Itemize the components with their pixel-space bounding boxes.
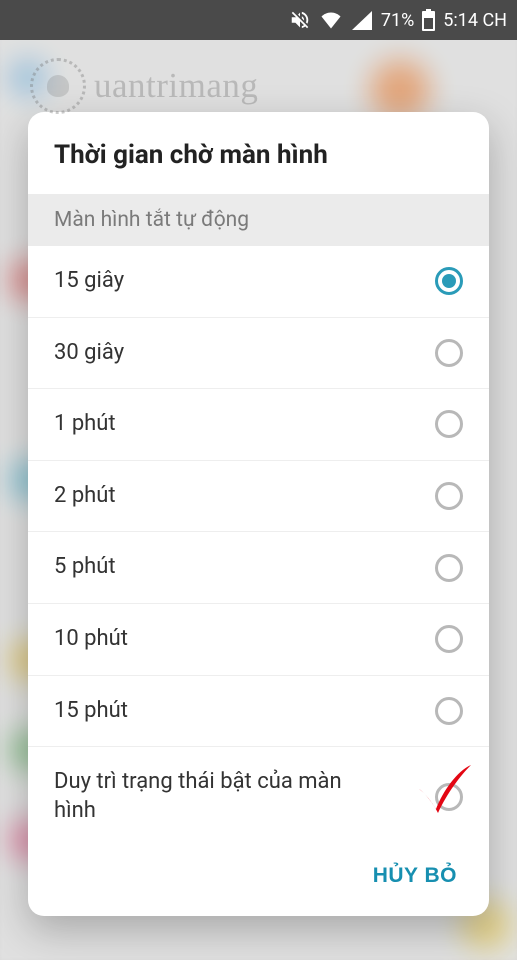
screen-timeout-dialog: Thời gian chờ màn hình Màn hình tắt tự đ…	[28, 112, 489, 916]
battery-percentage: 71%	[381, 10, 414, 31]
radio-icon	[435, 625, 463, 653]
radio-icon	[435, 482, 463, 510]
status-bar: 71% 5:14 CH	[0, 0, 517, 40]
option-label: 1 phút	[54, 410, 435, 439]
dialog-actions: HỦY BỎ	[28, 846, 489, 916]
clock-text: 5:14 CH	[443, 10, 507, 31]
option-keep-on[interactable]: Duy trì trạng thái bật của màn hình	[28, 747, 489, 846]
radio-icon	[435, 339, 463, 367]
section-header: Màn hình tắt tự động	[28, 194, 489, 246]
mute-icon	[289, 9, 311, 31]
radio-icon	[435, 410, 463, 438]
option-label: Duy trì trạng thái bật của màn hình	[54, 768, 364, 825]
option-2m[interactable]: 2 phút	[28, 461, 489, 533]
radio-icon	[435, 267, 463, 295]
option-1m[interactable]: 1 phút	[28, 389, 489, 461]
radio-icon	[435, 554, 463, 582]
wifi-icon	[319, 10, 343, 30]
option-label: 15 giây	[54, 267, 435, 296]
radio-icon	[435, 697, 463, 725]
options-list: 15 giây 30 giây 1 phút 2 phút 5 phút 10 …	[28, 246, 489, 846]
option-10m[interactable]: 10 phút	[28, 604, 489, 676]
option-15s[interactable]: 15 giây	[28, 246, 489, 318]
radio-icon	[435, 783, 463, 811]
option-15m[interactable]: 15 phút	[28, 676, 489, 748]
cancel-button[interactable]: HỦY BỎ	[367, 856, 463, 896]
option-30s[interactable]: 30 giây	[28, 318, 489, 390]
battery-icon	[422, 9, 435, 31]
option-label: 15 phút	[54, 697, 435, 726]
dialog-title: Thời gian chờ màn hình	[28, 112, 489, 194]
signal-icon	[351, 10, 373, 30]
option-label: 10 phút	[54, 625, 435, 654]
option-label: 30 giây	[54, 339, 435, 368]
option-label: 5 phút	[54, 553, 435, 582]
option-5m[interactable]: 5 phút	[28, 532, 489, 604]
option-label: 2 phút	[54, 482, 435, 511]
